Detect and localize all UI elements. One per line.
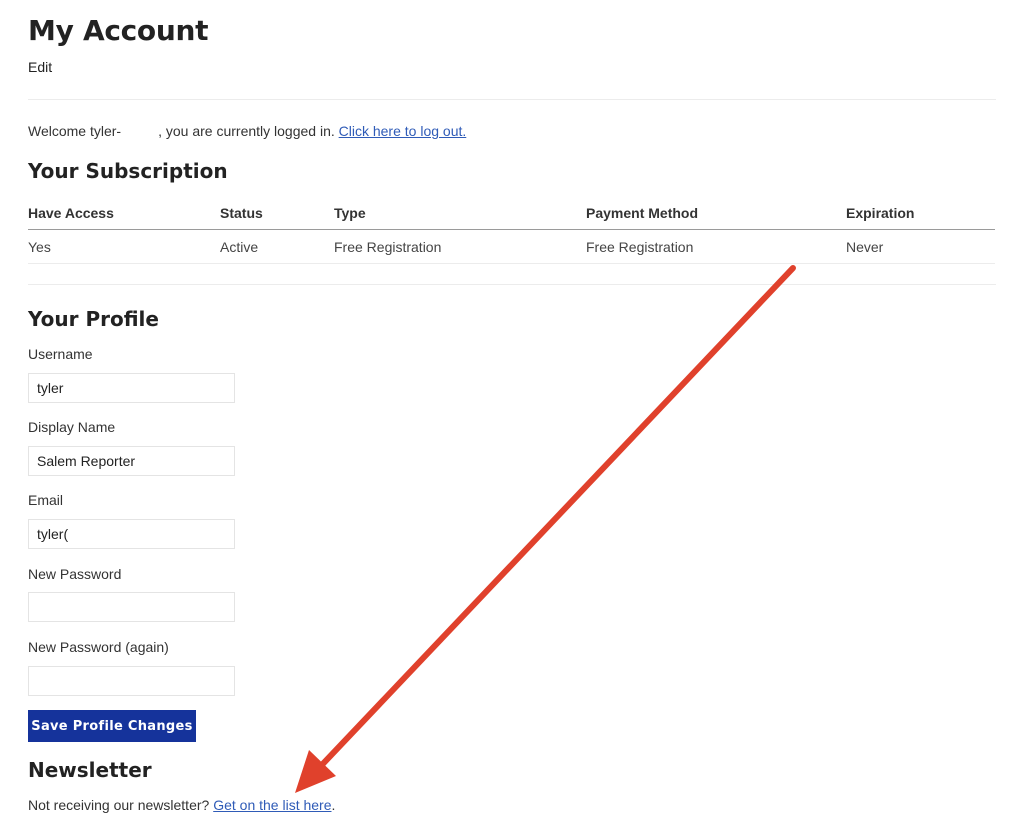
column-header-type: Type — [334, 196, 586, 230]
confirm-password-field[interactable] — [28, 666, 235, 696]
column-header-expiration: Expiration — [846, 196, 995, 230]
username-label: Username — [28, 346, 93, 362]
cell-expiration: Never — [846, 229, 995, 264]
display-name-label: Display Name — [28, 419, 116, 435]
page-title: My Account — [28, 14, 209, 47]
email-field[interactable] — [28, 519, 235, 549]
welcome-prefix: Welcome tyler- — [28, 123, 122, 139]
new-password-label: New Password — [28, 566, 122, 582]
newsletter-period: . — [331, 797, 336, 813]
subscription-heading: Your Subscription — [28, 159, 228, 183]
divider — [28, 99, 996, 100]
column-header-payment-method: Payment Method — [586, 196, 846, 230]
column-header-status: Status — [220, 196, 334, 230]
cell-type: Free Registration — [334, 229, 586, 264]
arrow-shaft — [315, 265, 796, 772]
cell-have-access: Yes — [28, 229, 220, 264]
arrow-head — [295, 750, 336, 793]
column-header-have-access: Have Access — [28, 196, 220, 230]
email-label: Email — [28, 492, 64, 508]
new-password-field[interactable] — [28, 592, 235, 622]
username-field[interactable] — [28, 373, 235, 403]
newsletter-signup-link[interactable]: Get on the list here — [213, 797, 331, 813]
divider — [28, 284, 996, 285]
welcome-message: Welcome tyler- , you are currently logged… — [28, 123, 466, 139]
newsletter-prompt: Not receiving our newsletter? — [28, 797, 214, 813]
logout-link[interactable]: Click here to log out. — [339, 123, 467, 139]
save-profile-button[interactable]: Save Profile Changes — [28, 710, 196, 742]
edit-link[interactable]: Edit — [28, 59, 52, 75]
newsletter-message: Not receiving our newsletter? Get on the… — [28, 797, 335, 813]
welcome-suffix: , you are currently logged in. — [158, 123, 339, 139]
cell-status: Active — [220, 229, 334, 264]
table-header-row: Have Access Status Type Payment Method E… — [28, 196, 995, 230]
cell-payment-method: Free Registration — [586, 229, 846, 264]
confirm-password-label: New Password (again) — [28, 639, 169, 655]
subscription-table: Have Access Status Type Payment Method E… — [28, 196, 995, 264]
profile-heading: Your Profile — [28, 307, 159, 331]
newsletter-heading: Newsletter — [28, 758, 152, 782]
table-row: Yes Active Free Registration Free Regist… — [28, 229, 995, 264]
display-name-field[interactable] — [28, 446, 235, 476]
